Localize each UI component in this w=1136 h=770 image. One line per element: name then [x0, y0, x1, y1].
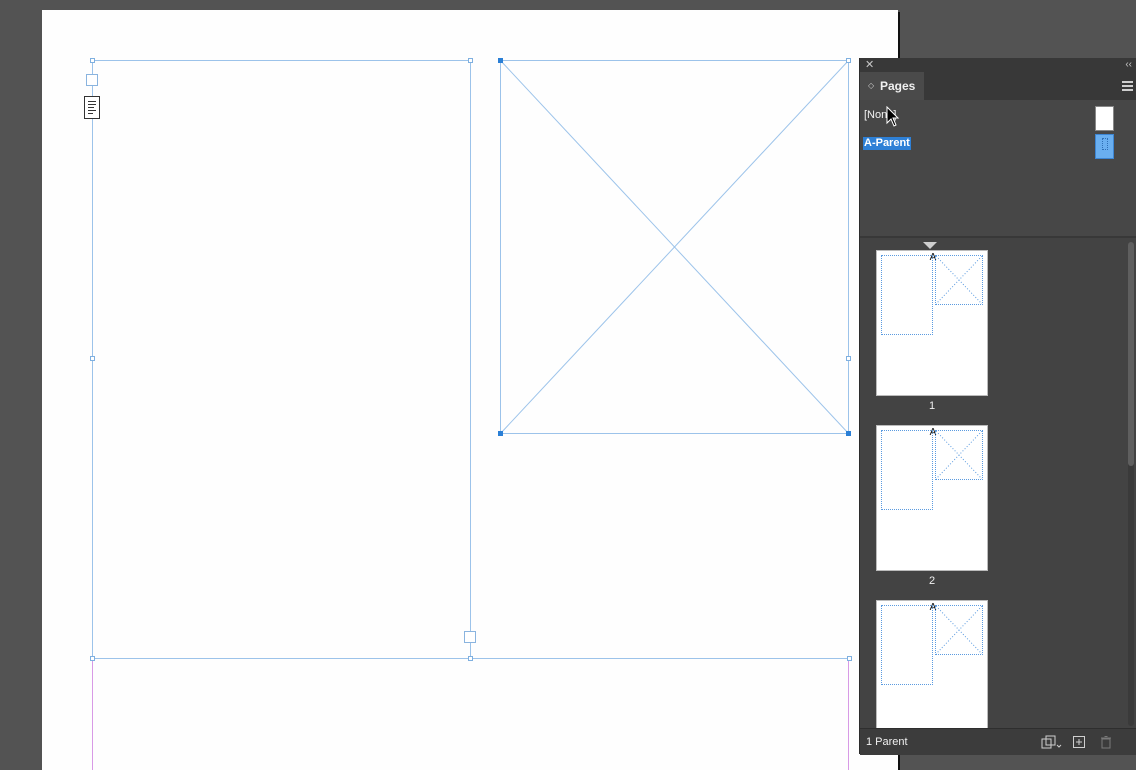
page-number: 2 [928, 575, 936, 587]
page-count-status: 1 Parent [866, 736, 908, 748]
parent-label: A-Parent [863, 137, 911, 150]
panel-title-bar: ✕ ‹‹ [860, 58, 1136, 72]
resize-handle[interactable] [468, 656, 473, 661]
thumb-image-frame [935, 430, 983, 480]
page-number: 1 [928, 400, 936, 412]
resize-handle[interactable] [468, 58, 473, 63]
page-thumbnail[interactable]: A [876, 600, 988, 728]
panel-footer: 1 Parent [860, 728, 1136, 755]
thumb-text-frame [881, 255, 933, 335]
panel-tab-bar: ◇ Pages [860, 72, 1136, 101]
page-thumbnail[interactable]: A [876, 250, 988, 396]
text-threading-icon [84, 96, 100, 119]
resize-handle[interactable] [90, 58, 95, 63]
image-frame[interactable] [500, 60, 849, 434]
page-thumbnail[interactable]: A [876, 425, 988, 571]
collapse-panel-icon[interactable]: ‹‹ [1125, 58, 1132, 72]
in-port[interactable] [86, 74, 98, 86]
resize-handle[interactable] [847, 656, 852, 661]
chevron-up-down-icon: ◇ [868, 81, 875, 90]
resize-handle[interactable] [498, 431, 503, 436]
thumb-image-frame [935, 605, 983, 655]
parent-item-a-parent[interactable]: A-Parent [860, 132, 1136, 159]
resize-handle[interactable] [90, 656, 95, 661]
current-page-marker-icon [923, 242, 937, 249]
scrollbar[interactable] [1128, 242, 1134, 726]
parent-thumbnail[interactable] [1095, 106, 1114, 131]
resize-handle[interactable] [846, 58, 851, 63]
edit-page-size-icon[interactable] [1041, 735, 1063, 749]
tab-label: Pages [880, 79, 916, 93]
text-frame[interactable] [92, 60, 471, 659]
document-page[interactable] [42, 10, 898, 770]
tab-pages[interactable]: ◇ Pages [860, 72, 924, 100]
parent-thumbnail[interactable] [1095, 134, 1114, 159]
hamburger-menu-icon[interactable] [1122, 80, 1133, 91]
parent-item-none[interactable]: [None] [860, 104, 1136, 131]
thumb-text-frame [881, 605, 933, 685]
document-pages-section: A 1 A 2 A [860, 238, 1136, 728]
parent-label: [None] [864, 109, 897, 121]
pages-panel: ✕ ‹‹ ◇ Pages [None] A-Parent A 1 A 2 A 1… [859, 58, 1136, 755]
delete-page-icon[interactable] [1099, 735, 1113, 749]
empty-frame-cross [500, 60, 849, 434]
scroll-thumb[interactable] [1128, 242, 1134, 466]
new-page-icon[interactable] [1072, 735, 1086, 749]
resize-handle[interactable] [846, 356, 851, 361]
parent-pages-section: [None] A-Parent [860, 100, 1136, 236]
out-port[interactable] [464, 631, 476, 643]
thumb-image-frame [935, 255, 983, 305]
resize-handle[interactable] [90, 356, 95, 361]
thumb-text-frame [881, 430, 933, 510]
resize-handle[interactable] [846, 431, 851, 436]
resize-handle[interactable] [498, 58, 503, 63]
close-icon[interactable]: ✕ [865, 58, 874, 72]
